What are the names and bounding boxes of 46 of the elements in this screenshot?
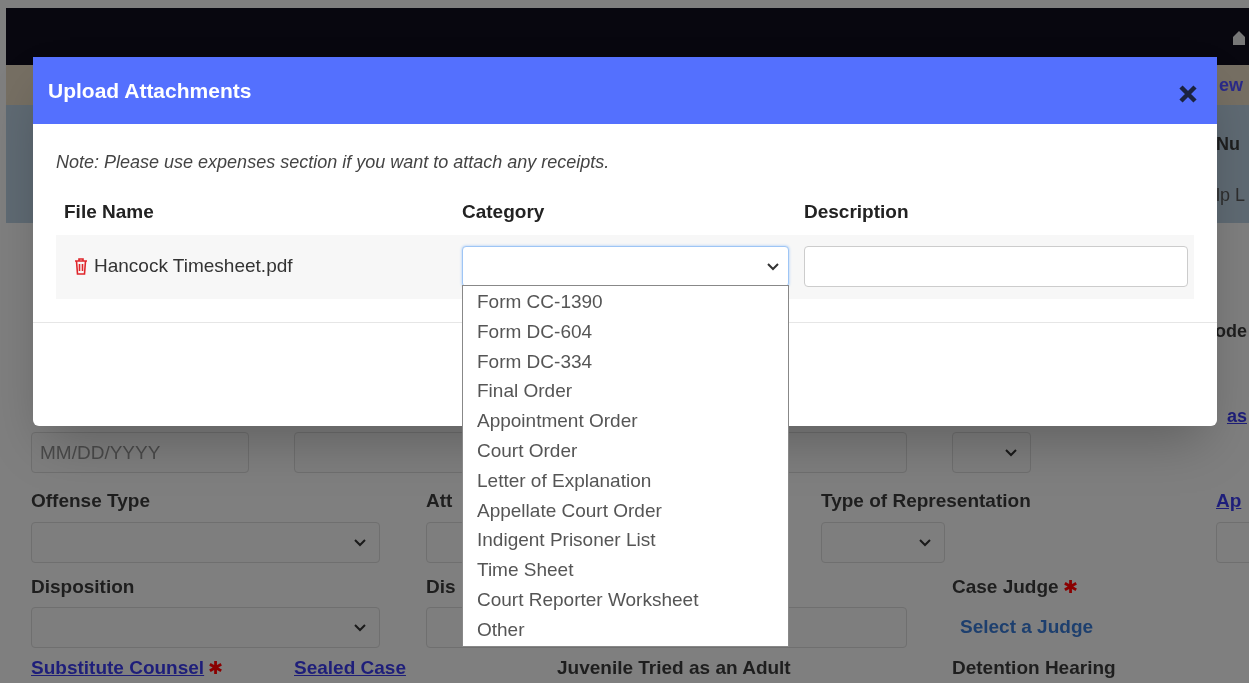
- description-field[interactable]: [804, 246, 1188, 287]
- header-text: lp L: [1216, 184, 1247, 207]
- home-icon: [1233, 28, 1245, 45]
- dropdown-option[interactable]: Form DC-334: [463, 346, 788, 377]
- case-judge-label: Case Judge: [952, 574, 1059, 599]
- dropdown-option[interactable]: Other: [463, 614, 788, 645]
- chevron-down-icon: [353, 623, 367, 632]
- close-icon: [1178, 83, 1198, 104]
- chevron-down-icon: [918, 537, 932, 547]
- select-field[interactable]: [952, 432, 1031, 473]
- juvenile-adult-label: Juvenile Tried as an Adult: [557, 656, 791, 680]
- side-label: ode: [1215, 320, 1247, 343]
- dropdown-option[interactable]: Appointment Order: [463, 406, 788, 436]
- dialog-title: Upload Attachments: [48, 77, 252, 104]
- detention-hearing-label: Detention Hearing: [952, 656, 1116, 680]
- note-text: Note: Please use expenses section if you want to attach any receipts.: [56, 151, 611, 174]
- dropdown-option[interactable]: Appellate Court Order: [463, 495, 788, 526]
- column-header: Category: [462, 200, 546, 224]
- column-header: File Name: [64, 200, 155, 224]
- dropdown-option[interactable]: Court Reporter Worksheet: [463, 584, 788, 615]
- select-field[interactable]: [821, 521, 945, 563]
- chevron-down-icon: [766, 262, 780, 271]
- dropdown-option[interactable]: Letter of Explanation: [463, 465, 788, 496]
- column-header: Description: [804, 200, 909, 224]
- representation-type-label: Type of Representation: [821, 489, 1031, 513]
- disposition-label: Disposition: [31, 574, 135, 599]
- chevron-down-icon: [353, 537, 367, 547]
- disposition-date-label: Dis: [426, 574, 456, 599]
- dropdown-option[interactable]: Final Order: [463, 376, 788, 407]
- dropdown-option[interactable]: Court Order: [463, 436, 788, 466]
- required-mark: ✱: [1062, 577, 1078, 596]
- dropdown-option[interactable]: Form CC-1390: [463, 287, 788, 317]
- select-field[interactable]: [31, 521, 380, 563]
- attorney-label: Att: [426, 489, 453, 513]
- file-name: Hancock Timesheet.pdf: [94, 254, 293, 279]
- required-mark: ✱: [208, 659, 224, 678]
- select-field[interactable]: [31, 607, 380, 648]
- chevron-down-icon: [1004, 448, 1018, 457]
- close-button[interactable]: [1178, 83, 1198, 104]
- category-select[interactable]: [462, 246, 789, 287]
- dropdown-option[interactable]: Indigent Prisoner List: [463, 525, 788, 556]
- dropdown-option[interactable]: Form DC-604: [463, 316, 788, 347]
- offense-type-label: Offense Type: [31, 489, 150, 513]
- trash-icon[interactable]: [74, 258, 88, 275]
- dropdown-option[interactable]: Time Sheet: [463, 555, 788, 585]
- header-text: Nu: [1216, 133, 1241, 156]
